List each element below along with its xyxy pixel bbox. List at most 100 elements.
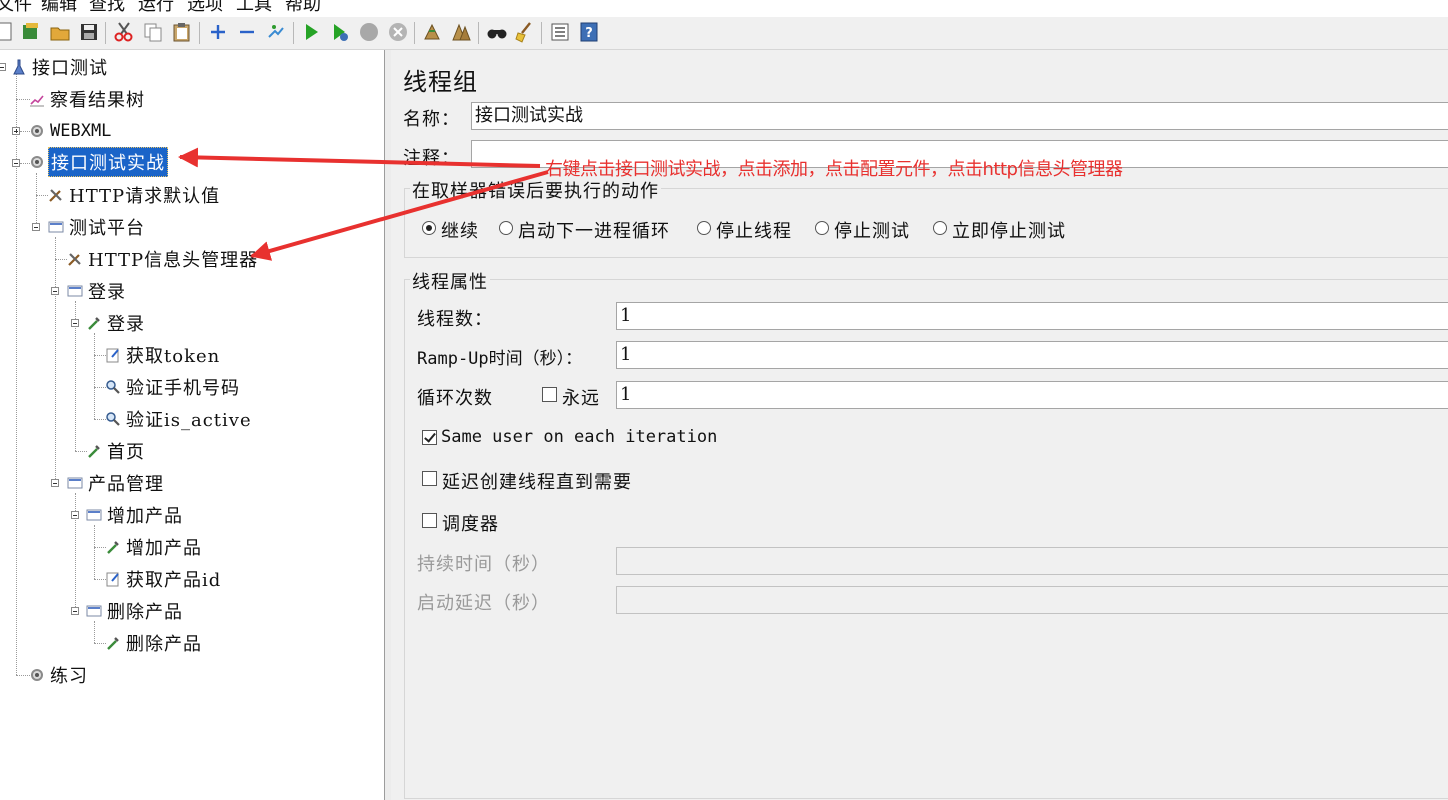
assertion-magnifier-icon xyxy=(104,410,122,428)
listener-chart-icon xyxy=(28,90,46,108)
tree-node-test-plan[interactable]: 接口测试 xyxy=(10,54,110,80)
stop-icon[interactable] xyxy=(358,21,380,43)
comment-label: 注释： xyxy=(403,148,460,169)
clear-icon[interactable] xyxy=(421,21,443,43)
tree-node-selected-thread-group[interactable]: 接口测试实战 xyxy=(28,147,168,177)
rampup-field[interactable]: 1 xyxy=(616,341,1448,369)
clear-all-icon[interactable] xyxy=(450,21,472,43)
toggle-delete-product[interactable] xyxy=(71,607,79,615)
menu-options[interactable]: 选项 xyxy=(187,0,223,16)
tree-node-label: 删除产品 xyxy=(126,634,202,655)
tree-node-header-manager[interactable]: HTTP信息头管理器 xyxy=(66,246,260,272)
tree-node-label: 察看结果树 xyxy=(50,90,145,111)
tree-node-webxml[interactable]: WEBXML xyxy=(28,118,113,144)
tree-node-label: 获取token xyxy=(126,346,221,367)
tree-node-add-product-controller[interactable]: 增加产品 xyxy=(85,502,185,528)
tree-node-result-tree[interactable]: 察看结果树 xyxy=(28,86,147,112)
delay-thread-label: 延迟创建线程直到需要 xyxy=(442,472,632,493)
tree-node-add-product-sampler[interactable]: 增加产品 xyxy=(104,534,204,560)
toggle-selected[interactable] xyxy=(12,159,20,167)
tree-node-practice[interactable]: 练习 xyxy=(28,662,90,688)
radio-start-next-loop[interactable] xyxy=(499,221,513,235)
menu-bar: 文件 编辑 查找 运行 选项 工具 帮助 xyxy=(0,0,1448,17)
menu-run[interactable]: 运行 xyxy=(138,0,174,16)
tree-node-delete-product-controller[interactable]: 删除产品 xyxy=(85,598,185,624)
tree-node-login-controller[interactable]: 登录 xyxy=(66,278,128,304)
paste-icon[interactable] xyxy=(171,21,193,43)
same-user-label: Same user on each iteration xyxy=(441,427,718,447)
new-icon[interactable] xyxy=(0,21,16,43)
forever-checkbox[interactable] xyxy=(542,387,557,402)
tree-node-verify-active[interactable]: 验证is_active xyxy=(104,406,254,432)
rampup-label: Ramp-Up时间（秒）： xyxy=(417,349,583,369)
tree-node-http-defaults[interactable]: HTTP请求默认值 xyxy=(47,182,222,208)
name-field[interactable]: 接口测试实战 xyxy=(471,102,1448,130)
save-icon[interactable] xyxy=(78,21,100,43)
radio-continue[interactable] xyxy=(422,221,436,235)
toggle-root[interactable] xyxy=(0,63,6,71)
shutdown-icon[interactable] xyxy=(387,21,409,43)
menu-help[interactable]: 帮助 xyxy=(285,0,321,16)
toolbar: ? xyxy=(0,17,1448,50)
search-icon[interactable] xyxy=(486,21,508,43)
tree-node-label: HTTP信息头管理器 xyxy=(88,250,259,271)
menu-file[interactable]: 文件 xyxy=(0,0,32,16)
toggle-add-product[interactable] xyxy=(71,511,79,519)
toggle-product-mgmt[interactable] xyxy=(51,479,59,487)
tree-node-product-mgmt[interactable]: 产品管理 xyxy=(66,470,166,496)
toggle-login-sampler[interactable] xyxy=(71,319,79,327)
toggle-icon[interactable] xyxy=(265,21,287,43)
tree-node-label: 测试平台 xyxy=(69,218,145,239)
tree-node-get-token[interactable]: 获取token xyxy=(104,342,222,368)
tree-node-verify-phone[interactable]: 验证手机号码 xyxy=(104,374,242,400)
templates-icon[interactable] xyxy=(20,21,42,43)
loop-count-field[interactable]: 1 xyxy=(616,381,1448,409)
expand-icon[interactable] xyxy=(207,21,229,43)
toggle-login-ctrl[interactable] xyxy=(51,287,59,295)
tree-node-login-sampler[interactable]: 登录 xyxy=(85,310,147,336)
menu-search[interactable]: 查找 xyxy=(89,0,125,16)
tree-node-label: 登录 xyxy=(107,314,145,335)
toggle-platform[interactable] xyxy=(32,223,40,231)
radio-stop-thread[interactable] xyxy=(697,221,711,235)
tree-node-label: 验证is_active xyxy=(126,410,252,431)
tree-node-delete-product-sampler[interactable]: 删除产品 xyxy=(104,630,204,656)
help-icon[interactable]: ? xyxy=(578,21,600,43)
assertion-magnifier-icon xyxy=(104,378,122,396)
toggle-webxml[interactable] xyxy=(12,127,20,135)
tree-node-platform[interactable]: 测试平台 xyxy=(47,214,147,240)
thread-properties-title: 线程属性 xyxy=(410,268,490,294)
controller-icon xyxy=(85,602,103,620)
tree-node-label: HTTP请求默认值 xyxy=(69,186,221,207)
menu-edit[interactable]: 编辑 xyxy=(41,0,77,16)
radio-stop-test-now[interactable] xyxy=(933,221,947,235)
duration-field[interactable] xyxy=(616,547,1448,575)
copy-icon[interactable] xyxy=(142,21,164,43)
scheduler-checkbox[interactable] xyxy=(422,513,437,528)
same-user-checkbox[interactable] xyxy=(422,430,437,445)
menu-tools[interactable]: 工具 xyxy=(236,0,272,16)
tree-node-get-product-id[interactable]: 获取产品id xyxy=(104,566,223,592)
start-icon[interactable] xyxy=(300,21,322,43)
threads-label: 线程数： xyxy=(417,309,493,330)
reset-search-icon[interactable] xyxy=(514,21,536,43)
sampler-pipette-icon xyxy=(85,314,103,332)
controller-icon xyxy=(66,282,84,300)
startup-delay-field[interactable] xyxy=(616,586,1448,614)
tree-node-label: 获取产品id xyxy=(126,570,222,591)
annotation-text: 右键点击接口测试实战，点击添加，点击配置元件，点击http信息头管理器 xyxy=(545,159,1123,180)
tree-node-label: 练习 xyxy=(50,666,88,687)
sampler-pipette-icon xyxy=(85,442,103,460)
open-icon[interactable] xyxy=(49,21,71,43)
radio-continue-label: 继续 xyxy=(441,221,479,242)
tree-node-label: 增加产品 xyxy=(107,506,183,527)
radio-stop-test[interactable] xyxy=(815,221,829,235)
tree-node-home[interactable]: 首页 xyxy=(85,438,147,464)
start-no-pause-icon[interactable] xyxy=(329,21,351,43)
tree-node-label: 删除产品 xyxy=(107,602,183,623)
function-helper-icon[interactable] xyxy=(549,21,571,43)
collapse-icon[interactable] xyxy=(236,21,258,43)
cut-icon[interactable] xyxy=(113,21,135,43)
delay-thread-checkbox[interactable] xyxy=(422,471,437,486)
threads-field[interactable]: 1 xyxy=(616,302,1448,330)
